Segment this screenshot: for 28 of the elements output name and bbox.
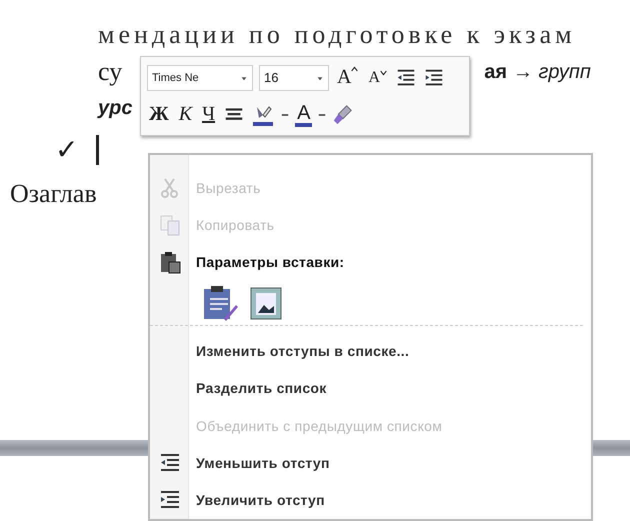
text-cursor xyxy=(96,135,99,165)
font-name-field[interactable]: Times Ne xyxy=(147,64,253,90)
italic-button[interactable]: К xyxy=(176,103,194,126)
caret-up-icon[interactable] xyxy=(351,66,358,73)
menu-item[interactable]: Разделить список xyxy=(150,370,591,407)
document-text: Озаглав xyxy=(10,179,97,209)
font-color-button[interactable]: A xyxy=(295,102,312,126)
menu-item[interactable]: Увеличить отступ xyxy=(150,482,591,519)
check-mark: ✓ xyxy=(55,134,78,167)
document-text: мендации по подготовке к экзам xyxy=(98,20,576,50)
grow-font-button[interactable]: A xyxy=(335,66,360,89)
clipboard-icon xyxy=(158,250,182,274)
font-size-field[interactable]: 16 xyxy=(259,64,329,90)
document-text: ая xyxy=(484,60,507,84)
brush-icon[interactable] xyxy=(332,104,354,126)
bold-button[interactable]: Ж xyxy=(147,103,171,126)
document-text: су xyxy=(98,57,122,87)
underline-button[interactable]: Ч xyxy=(200,103,218,126)
menu-item[interactable]: Изменить отступы в списке... xyxy=(150,332,591,370)
menu-item[interactable]: Уменьшить отступ xyxy=(150,444,591,482)
paste-option-icon[interactable] xyxy=(202,285,238,322)
menu-section-title: Параметры вставки: xyxy=(150,244,591,282)
document-text: урс xyxy=(98,96,132,120)
caret-down-icon[interactable] xyxy=(380,68,388,76)
paste-option-icon[interactable] xyxy=(248,285,284,322)
copy-icon xyxy=(158,213,182,238)
document-text: → групп xyxy=(513,60,591,84)
shrink-font-button[interactable]: A xyxy=(366,68,390,86)
